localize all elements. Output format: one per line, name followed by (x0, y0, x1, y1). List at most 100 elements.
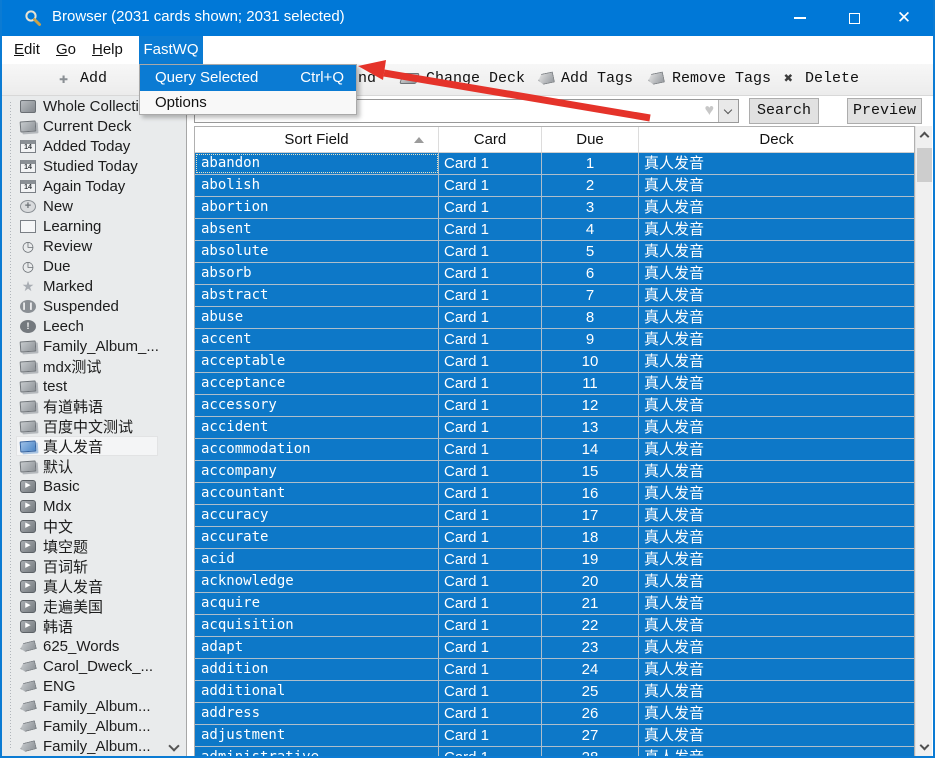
cell-sort-field: accident (195, 417, 439, 438)
cell-card: Card 1 (439, 725, 542, 746)
sidebar-item-studied-today[interactable]: 14 Studied Today (2, 156, 186, 176)
table-row[interactable]: adapt Card 1 23 真人发音 (195, 637, 914, 659)
header-sort-field[interactable]: Sort Field (195, 127, 439, 152)
sidebar-item-marked[interactable]: ★ Marked (2, 276, 186, 296)
table-row[interactable]: acquisition Card 1 22 真人发音 (195, 615, 914, 637)
menu-edit[interactable]: Edit (10, 36, 44, 64)
sidebar-item-new[interactable]: + New (2, 196, 186, 216)
cell-card: Card 1 (439, 703, 542, 724)
add-tags-button[interactable]: Add Tags (561, 70, 633, 87)
table-row[interactable]: addition Card 1 24 真人发音 (195, 659, 914, 681)
table-row[interactable]: accountant Card 1 16 真人发音 (195, 483, 914, 505)
sidebar-item-again-today[interactable]: 14 Again Today (2, 176, 186, 196)
sidebar-item-有道韩语[interactable]: 有道韩语 (2, 396, 186, 416)
change-deck-button[interactable]: Change Deck (426, 70, 525, 87)
sidebar-item-真人发音[interactable]: ▶ 真人发音 (2, 576, 186, 596)
header-due[interactable]: Due (542, 127, 639, 152)
table-row[interactable]: absent Card 1 4 真人发音 (195, 219, 914, 241)
cell-sort-field: abstract (195, 285, 439, 306)
table-row[interactable]: additional Card 1 25 真人发音 (195, 681, 914, 703)
calendar-icon: 14 (20, 159, 36, 173)
sidebar-item-真人发音[interactable]: 真人发音 (2, 436, 186, 456)
sidebar-item-mdx测试[interactable]: mdx测试 (2, 356, 186, 376)
table-body: abandon Card 1 1 真人发音 abolish Card 1 2 真… (195, 153, 914, 756)
cell-card: Card 1 (439, 659, 542, 680)
cell-due: 8 (542, 307, 639, 328)
maximize-button[interactable] (831, 0, 877, 36)
cell-card: Card 1 (439, 285, 542, 306)
cell-deck: 真人发音 (644, 287, 705, 304)
table-row[interactable]: abandon Card 1 1 真人发音 (195, 153, 914, 175)
scroll-down-icon[interactable] (916, 739, 933, 756)
menu-item-options[interactable]: Options (140, 91, 356, 114)
table-row[interactable]: accent Card 1 9 真人发音 (195, 329, 914, 351)
sidebar-item-family-album-[interactable]: Family_Album_... (2, 336, 186, 356)
sidebar-item-mdx[interactable]: ▶ Mdx (2, 496, 186, 516)
menu-item-query-selected[interactable]: Query Selected Ctrl+Q (140, 65, 356, 91)
sidebar-item-eng[interactable]: ENG (2, 676, 186, 696)
table-row[interactable]: absolute Card 1 5 真人发音 (195, 241, 914, 263)
table-row[interactable]: accessory Card 1 12 真人发音 (195, 395, 914, 417)
search-history-dropdown[interactable] (718, 100, 738, 122)
tag-icon (19, 740, 37, 753)
table-row[interactable]: acknowledge Card 1 20 真人发音 (195, 571, 914, 593)
delete-button[interactable]: Delete (805, 70, 859, 87)
table-row[interactable]: accurate Card 1 18 真人发音 (195, 527, 914, 549)
table-row[interactable]: accompany Card 1 15 真人发音 (195, 461, 914, 483)
sidebar-item-中文[interactable]: ▶ 中文 (2, 516, 186, 536)
cell-deck: 真人发音 (644, 331, 705, 348)
sidebar-item-current-deck[interactable]: Current Deck (2, 116, 186, 136)
sidebar-item-韩语[interactable]: ▶ 韩语 (2, 616, 186, 636)
menu-fastwq[interactable]: FastWQ (139, 36, 203, 64)
sidebar-item-due[interactable]: ◷ Due (2, 256, 186, 276)
sidebar-item-family-album-[interactable]: Family_Album... (2, 696, 186, 716)
search-button[interactable]: Search (749, 98, 819, 124)
table-row[interactable]: adjustment Card 1 27 真人发音 (195, 725, 914, 747)
sidebar-item-默认[interactable]: 默认 (2, 456, 186, 476)
table-row[interactable]: abuse Card 1 8 真人发音 (195, 307, 914, 329)
table-row[interactable]: absorb Card 1 6 真人发音 (195, 263, 914, 285)
preview-button[interactable]: Preview (847, 98, 922, 124)
minimize-button[interactable] (777, 0, 823, 36)
sidebar-item-填空题[interactable]: ▶ 填空题 (2, 536, 186, 556)
table-row[interactable]: accident Card 1 13 真人发音 (195, 417, 914, 439)
table-row[interactable]: acceptance Card 1 11 真人发音 (195, 373, 914, 395)
sidebar-item-family-album-[interactable]: Family_Album... (2, 716, 186, 736)
menu-go[interactable]: Go (52, 36, 80, 64)
table-row[interactable]: acceptable Card 1 10 真人发音 (195, 351, 914, 373)
table-row[interactable]: acquire Card 1 21 真人发音 (195, 593, 914, 615)
table-row[interactable]: abolish Card 1 2 真人发音 (195, 175, 914, 197)
sidebar-item-learning[interactable]: Learning (2, 216, 186, 236)
table-row[interactable]: accuracy Card 1 17 真人发音 (195, 505, 914, 527)
table-row[interactable]: abortion Card 1 3 真人发音 (195, 197, 914, 219)
header-deck[interactable]: Deck (639, 127, 914, 152)
table-row[interactable]: administrative Card 1 28 真人发音 (195, 747, 914, 756)
scroll-up-icon[interactable] (916, 126, 933, 143)
table-row[interactable]: abstract Card 1 7 真人发音 (195, 285, 914, 307)
table-row[interactable]: address Card 1 26 真人发音 (195, 703, 914, 725)
sidebar-item-suspended[interactable]: ❙❙ Suspended (2, 296, 186, 316)
sidebar-item-basic[interactable]: ▶ Basic (2, 476, 186, 496)
menu-help[interactable]: Help (88, 36, 127, 64)
cell-card: Card 1 (439, 527, 542, 548)
table-scrollbar[interactable] (915, 126, 933, 756)
add-button[interactable]: Add (80, 70, 107, 87)
sidebar-item-carol-dweck-[interactable]: Carol_Dweck_... (2, 656, 186, 676)
remove-tags-button[interactable]: Remove Tags (672, 70, 771, 87)
sidebar-item-family-album-[interactable]: Family_Album... (2, 736, 186, 756)
header-card[interactable]: Card (439, 127, 542, 152)
table-row[interactable]: acid Card 1 19 真人发音 (195, 549, 914, 571)
table-row[interactable]: accommodation Card 1 14 真人发音 (195, 439, 914, 461)
close-button[interactable]: ✕ (881, 0, 927, 36)
sidebar-item-review[interactable]: ◷ Review (2, 236, 186, 256)
sidebar-item-leech[interactable]: ! Leech (2, 316, 186, 336)
sidebar-item-走遍美国[interactable]: ▶ 走遍美国 (2, 596, 186, 616)
cell-deck: 真人发音 (644, 463, 705, 480)
scrollbar-thumb[interactable] (917, 148, 932, 182)
sidebar-item-百词斩[interactable]: ▶ 百词斩 (2, 556, 186, 576)
sidebar-item-test[interactable]: test (2, 376, 186, 396)
sidebar-item-625-words[interactable]: 625_Words (2, 636, 186, 656)
sidebar-item-added-today[interactable]: 14 Added Today (2, 136, 186, 156)
sidebar-item-百度中文测试[interactable]: 百度中文测试 (2, 416, 186, 436)
cell-card: Card 1 (439, 307, 542, 328)
